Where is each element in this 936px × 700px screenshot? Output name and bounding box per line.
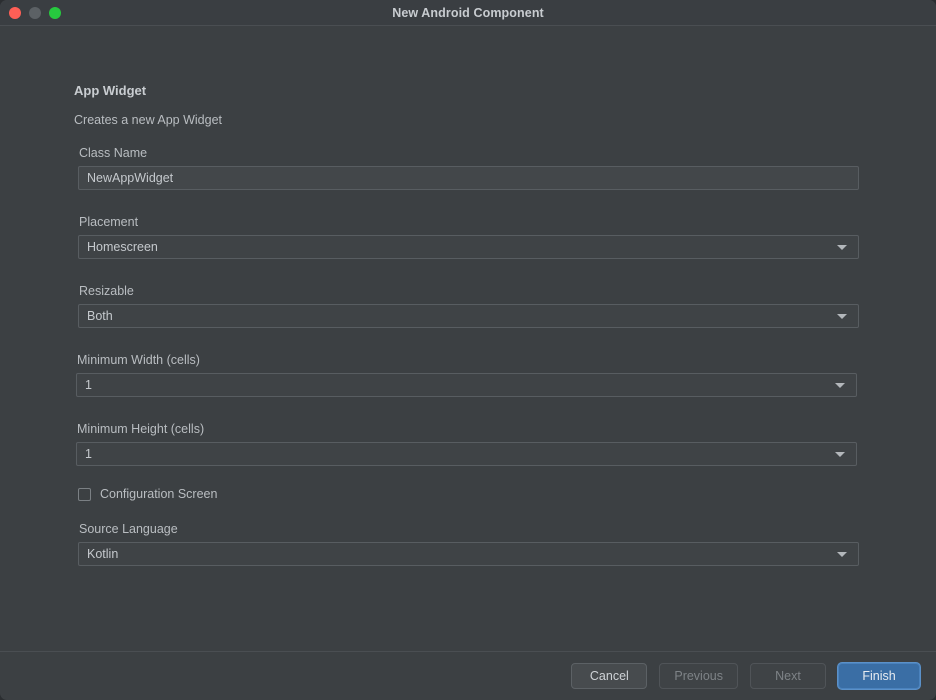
resizable-dropdown[interactable]: Both — [78, 304, 859, 328]
resizable-label: Resizable — [79, 284, 134, 298]
source-language-dropdown[interactable]: Kotlin — [78, 542, 859, 566]
minimum-height-label: Minimum Height (cells) — [77, 422, 205, 436]
class-name-input[interactable] — [78, 166, 859, 190]
dialog-footer: Cancel Previous Next Finish — [0, 651, 936, 700]
field-placement: Placement Homescreen — [78, 215, 859, 259]
finish-button[interactable]: Finish — [838, 663, 920, 689]
page-title: App Widget — [74, 83, 147, 98]
cancel-button[interactable]: Cancel — [571, 663, 648, 689]
page-subtitle: Creates a new App Widget — [74, 113, 222, 127]
previous-button: Previous — [659, 663, 738, 689]
resizable-value: Both — [87, 309, 113, 323]
minimum-width-value: 1 — [85, 378, 92, 392]
minimum-height-value: 1 — [85, 447, 92, 461]
source-language-label: Source Language — [79, 522, 178, 536]
minimize-window-button[interactable] — [29, 6, 41, 19]
source-language-value: Kotlin — [87, 547, 119, 561]
placement-dropdown[interactable]: Homescreen — [78, 235, 859, 259]
field-class-name: Class Name — [78, 146, 859, 190]
chevron-down-icon — [835, 383, 845, 388]
maximize-window-button[interactable] — [49, 6, 61, 19]
field-resizable: Resizable Both — [78, 284, 859, 328]
dialog-content: App Widget Creates a new App Widget Clas… — [0, 26, 936, 651]
dialog-window: New Android Component App Widget Creates… — [0, 0, 936, 700]
chevron-down-icon — [837, 245, 847, 250]
minimum-height-dropdown[interactable]: 1 — [76, 442, 857, 466]
window-title: New Android Component — [392, 5, 544, 20]
placement-label: Placement — [79, 215, 139, 229]
configuration-screen-label: Configuration Screen — [100, 487, 218, 501]
title-bar: New Android Component — [0, 0, 936, 26]
chevron-down-icon — [837, 314, 847, 319]
minimum-width-label: Minimum Width (cells) — [77, 353, 200, 367]
chevron-down-icon — [835, 452, 845, 457]
configuration-screen-checkbox[interactable] — [78, 487, 91, 501]
field-minimum-width: Minimum Width (cells) 1 — [76, 353, 857, 397]
next-button: Next — [750, 663, 826, 689]
class-name-label: Class Name — [79, 146, 148, 160]
minimum-width-dropdown[interactable]: 1 — [76, 373, 857, 397]
field-minimum-height: Minimum Height (cells) 1 — [76, 422, 857, 466]
close-window-button[interactable] — [9, 6, 21, 19]
field-source-language: Source Language Kotlin — [78, 522, 859, 566]
chevron-down-icon — [837, 552, 847, 557]
configuration-screen-checkbox-row[interactable]: Configuration Screen — [78, 487, 217, 501]
window-controls — [9, 0, 61, 25]
placement-value: Homescreen — [87, 240, 158, 254]
